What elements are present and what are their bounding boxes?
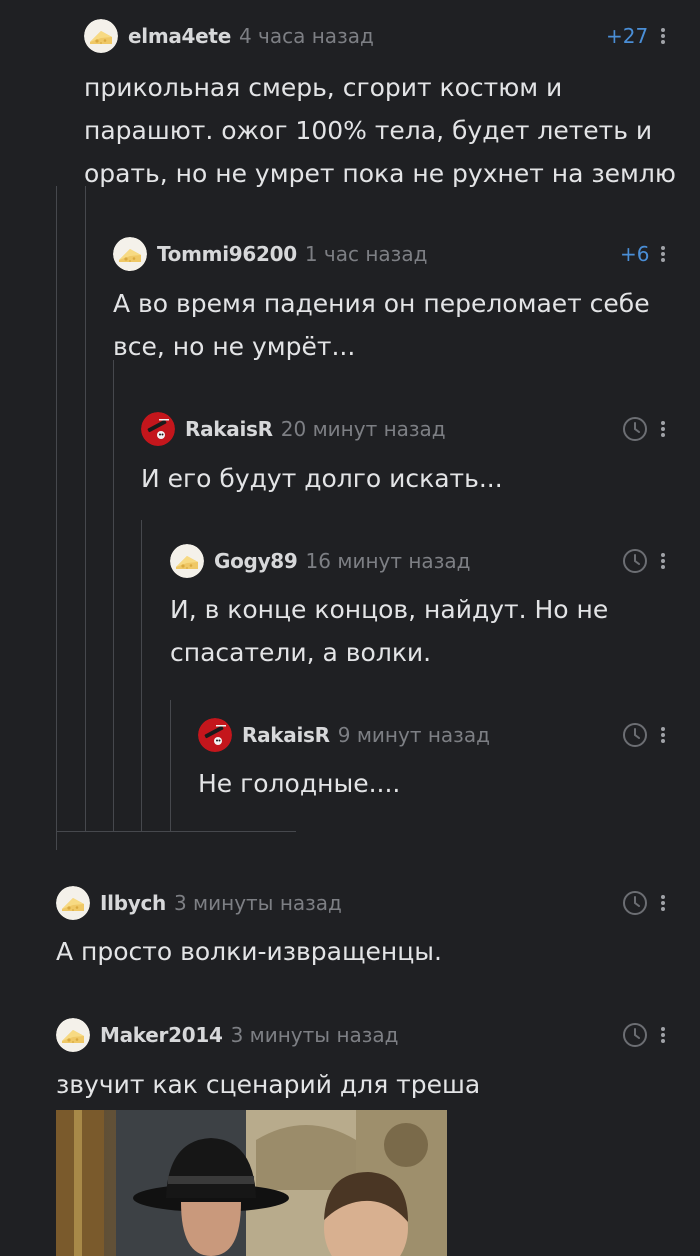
comment-line: все, но не умрёт... <box>113 332 356 361</box>
comment-line: И, в конце концов, найдут. Но не <box>170 595 609 624</box>
comment-username[interactable]: RakaisR <box>242 723 330 747</box>
comment-text: И его будут долго искать... <box>141 457 503 500</box>
comment-line: прикольная смерь, сгорит костюм и <box>84 73 563 102</box>
comment-username[interactable]: RakaisR <box>185 417 273 441</box>
comment-time: 4 часа назад <box>238 24 374 48</box>
comment-line: звучит как сценарий для треша <box>56 1070 481 1099</box>
comment-image[interactable] <box>56 1110 447 1256</box>
comment-text: прикольная смерь, сгорит костюм и парашю… <box>84 66 676 195</box>
comment-rating[interactable]: +27 <box>606 18 648 54</box>
comment-line: спасатели, а волки. <box>170 638 432 667</box>
comment-time: 1 час назад <box>304 242 428 266</box>
comment-text: А во время падения он переломает себе вс… <box>113 282 650 368</box>
more-vertical-icon[interactable] <box>656 885 670 921</box>
comment-username[interactable]: Ilbych <box>100 891 166 915</box>
comment-username[interactable]: Gogy89 <box>214 549 298 573</box>
comment-username[interactable]: Maker2014 <box>100 1023 223 1047</box>
comment-line: орать, но не умрет пока не рухнет на зем… <box>84 159 676 188</box>
comment-rating[interactable]: +6 <box>620 236 649 272</box>
comment-time: 9 минут назад <box>337 723 490 747</box>
comment-header: Maker2014 3 минуты назад <box>56 1017 399 1053</box>
comment-time: 3 минуты назад <box>230 1023 399 1047</box>
thread-line-5[interactable] <box>170 700 171 832</box>
red-avatar[interactable] <box>141 412 175 446</box>
cheese-avatar[interactable] <box>56 1018 90 1052</box>
comment-text: И, в конце концов, найдут. Но не спасате… <box>170 588 608 674</box>
cheese-avatar[interactable] <box>56 886 90 920</box>
comment-line: А просто волки-извращенцы. <box>56 937 442 966</box>
comment-text: А просто волки-извращенцы. <box>56 930 442 973</box>
more-vertical-icon[interactable] <box>656 411 670 447</box>
comment-time: 16 минут назад <box>305 549 471 573</box>
comments-feed: elma4ete 4 часа назад +27 прикольная сме… <box>0 0 700 1256</box>
cheese-avatar[interactable] <box>170 544 204 578</box>
comment-line: парашют. ожог 100% тела, будет лететь и <box>84 116 653 145</box>
more-vertical-icon[interactable] <box>656 236 670 272</box>
thread-line-1[interactable] <box>56 186 57 850</box>
clock-icon[interactable] <box>622 1022 648 1048</box>
comment-username[interactable]: elma4ete <box>128 24 231 48</box>
comment-header: elma4ete 4 часа назад <box>84 18 374 54</box>
clock-icon[interactable] <box>622 416 648 442</box>
comment-time: 3 минуты назад <box>173 891 342 915</box>
cheese-avatar[interactable] <box>113 237 147 271</box>
cheese-avatar[interactable] <box>84 19 118 53</box>
thread-base-line <box>56 831 296 832</box>
comment-header: Ilbych 3 минуты назад <box>56 885 342 921</box>
comment-text: Не голодные.... <box>198 762 400 805</box>
comment-line: И его будут долго искать... <box>141 464 503 493</box>
thread-line-4[interactable] <box>141 520 142 832</box>
more-vertical-icon[interactable] <box>656 543 670 579</box>
clock-icon[interactable] <box>622 548 648 574</box>
comment-line: Не голодные.... <box>198 769 401 798</box>
comment-line: А во время падения он переломает себе <box>113 289 650 318</box>
comment-text: звучит как сценарий для треша <box>56 1063 480 1106</box>
comment-header: RakaisR 9 минут назад <box>198 717 490 753</box>
thread-line-2[interactable] <box>85 186 86 832</box>
clock-icon[interactable] <box>622 890 648 916</box>
more-vertical-icon[interactable] <box>656 717 670 753</box>
comment-username[interactable]: Tommi96200 <box>157 242 297 266</box>
red-avatar[interactable] <box>198 718 232 752</box>
comment-header: Tommi96200 1 час назад <box>113 236 427 272</box>
thread-line-3[interactable] <box>113 360 114 832</box>
more-vertical-icon[interactable] <box>656 1017 670 1053</box>
comment-header: Gogy89 16 минут назад <box>170 543 470 579</box>
clock-icon[interactable] <box>622 722 648 748</box>
comment-time: 20 минут назад <box>280 417 446 441</box>
more-vertical-icon[interactable] <box>656 18 670 54</box>
comment-header: RakaisR 20 минут назад <box>141 411 446 447</box>
